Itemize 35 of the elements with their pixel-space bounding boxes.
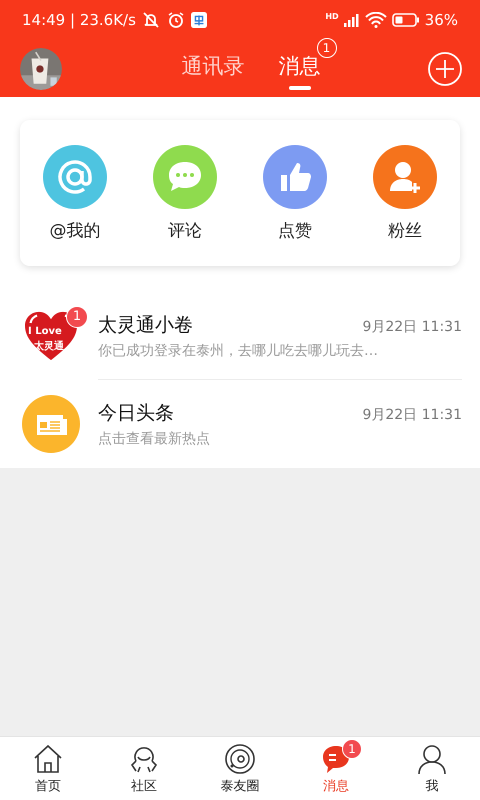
nav-tab[interactable]: 首页 (0, 737, 96, 800)
signal-icon (344, 13, 360, 27)
message-preview: 你已成功登录在泰州，去哪儿吃去哪儿玩去… (98, 342, 379, 360)
message-title: 今日头条 (98, 401, 174, 426)
nav-tab[interactable]: 泰友圈 (192, 737, 288, 800)
message-title: 太灵通小卷 (98, 312, 193, 338)
nav-tab[interactable]: 1 消息 (288, 737, 384, 800)
shortcut-button[interactable]: 粉丝 (373, 144, 437, 242)
heart-logo-icon (23, 310, 79, 362)
logo-text: I Love (28, 326, 62, 337)
count-badge: 1 (316, 38, 336, 58)
network-label: HD (325, 12, 339, 21)
newspaper-icon (22, 395, 80, 453)
wifi-icon (364, 12, 387, 28)
count-badge: 1 (66, 306, 88, 328)
shortcut-button[interactable]: 评论 (153, 144, 217, 242)
message-preview: 点击查看最新热点 (98, 430, 211, 448)
person-icon (416, 742, 448, 774)
shortcut-button[interactable]: @我的 (43, 144, 107, 242)
nav-tab[interactable]: 社区 (96, 737, 192, 800)
alarm-icon (166, 10, 186, 30)
count-badge: 1 (342, 738, 362, 758)
battery-icon (392, 13, 420, 27)
message-row[interactable]: 今日头条 9月22日 11:31 点击查看最新热点 (0, 380, 480, 468)
orbit-icon (224, 742, 256, 774)
message-time: 9月22日 11:31 (362, 318, 462, 336)
battery-level: 36% (424, 11, 458, 29)
home-icon (32, 742, 64, 774)
mute-icon (140, 10, 161, 30)
app-icon (190, 12, 207, 28)
message-time: 9月22日 11:31 (362, 406, 462, 424)
add-icon[interactable] (428, 52, 462, 86)
status-time: 14:49 | 23.6K/s (22, 11, 136, 29)
shortcut-button[interactable]: 点赞 (263, 144, 327, 242)
nav-tab[interactable]: 我 (384, 737, 480, 800)
